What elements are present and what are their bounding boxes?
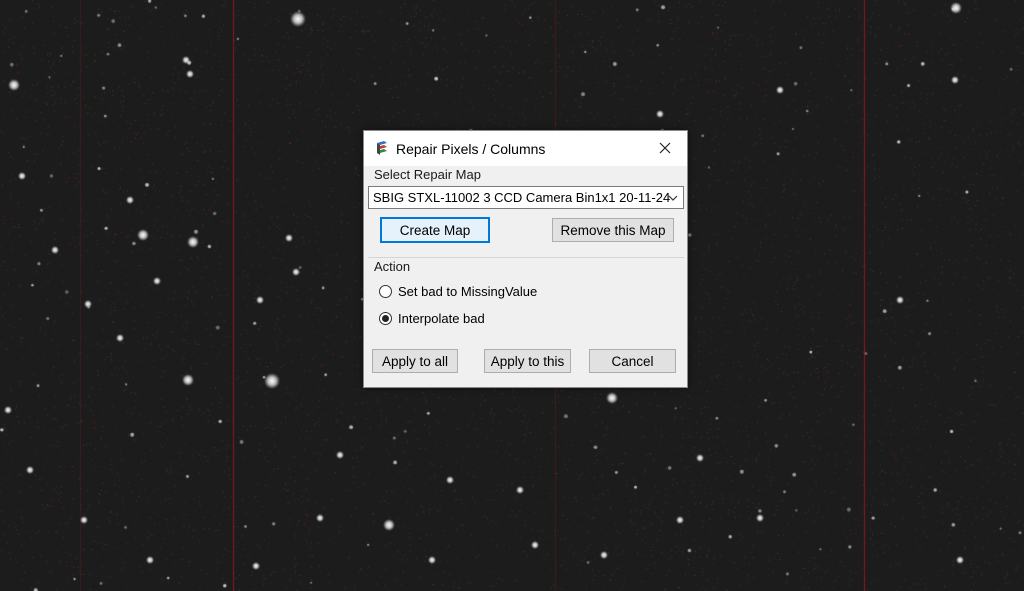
action-label: Action [374,259,411,274]
apply-to-this-button[interactable]: Apply to this [484,349,571,373]
repair-pixels-dialog: Repair Pixels / Columns Select Repair Ma… [363,130,688,388]
radio-button[interactable] [379,311,392,325]
select-repair-map-label: Select Repair Map [374,167,481,182]
repair-map-selected-value: SBIG STXL-11002 3 CCD Camera Bin1x1 20-1… [373,190,671,205]
apply-to-all-button[interactable]: Apply to all [372,349,458,373]
close-icon [659,142,671,154]
chevron-down-icon [668,195,678,201]
dialog-titlebar: Repair Pixels / Columns [364,131,687,166]
radio-set-missing-value[interactable]: Set bad to MissingValue [379,282,537,300]
close-button[interactable] [643,131,687,165]
radio-label: Interpolate bad [398,310,485,326]
dialog-title: Repair Pixels / Columns [396,141,546,157]
layered-app-icon [377,141,387,155]
radio-label: Set bad to MissingValue [398,283,538,299]
remove-map-button[interactable]: Remove this Map [552,218,674,242]
cancel-button[interactable]: Cancel [589,349,676,373]
group-divider [368,257,684,258]
radio-interpolate-bad[interactable]: Interpolate bad [379,309,485,327]
radio-button[interactable] [379,284,392,298]
create-map-button[interactable]: Create Map [380,217,490,243]
repair-map-select[interactable]: SBIG STXL-11002 3 CCD Camera Bin1x1 20-1… [368,186,684,209]
